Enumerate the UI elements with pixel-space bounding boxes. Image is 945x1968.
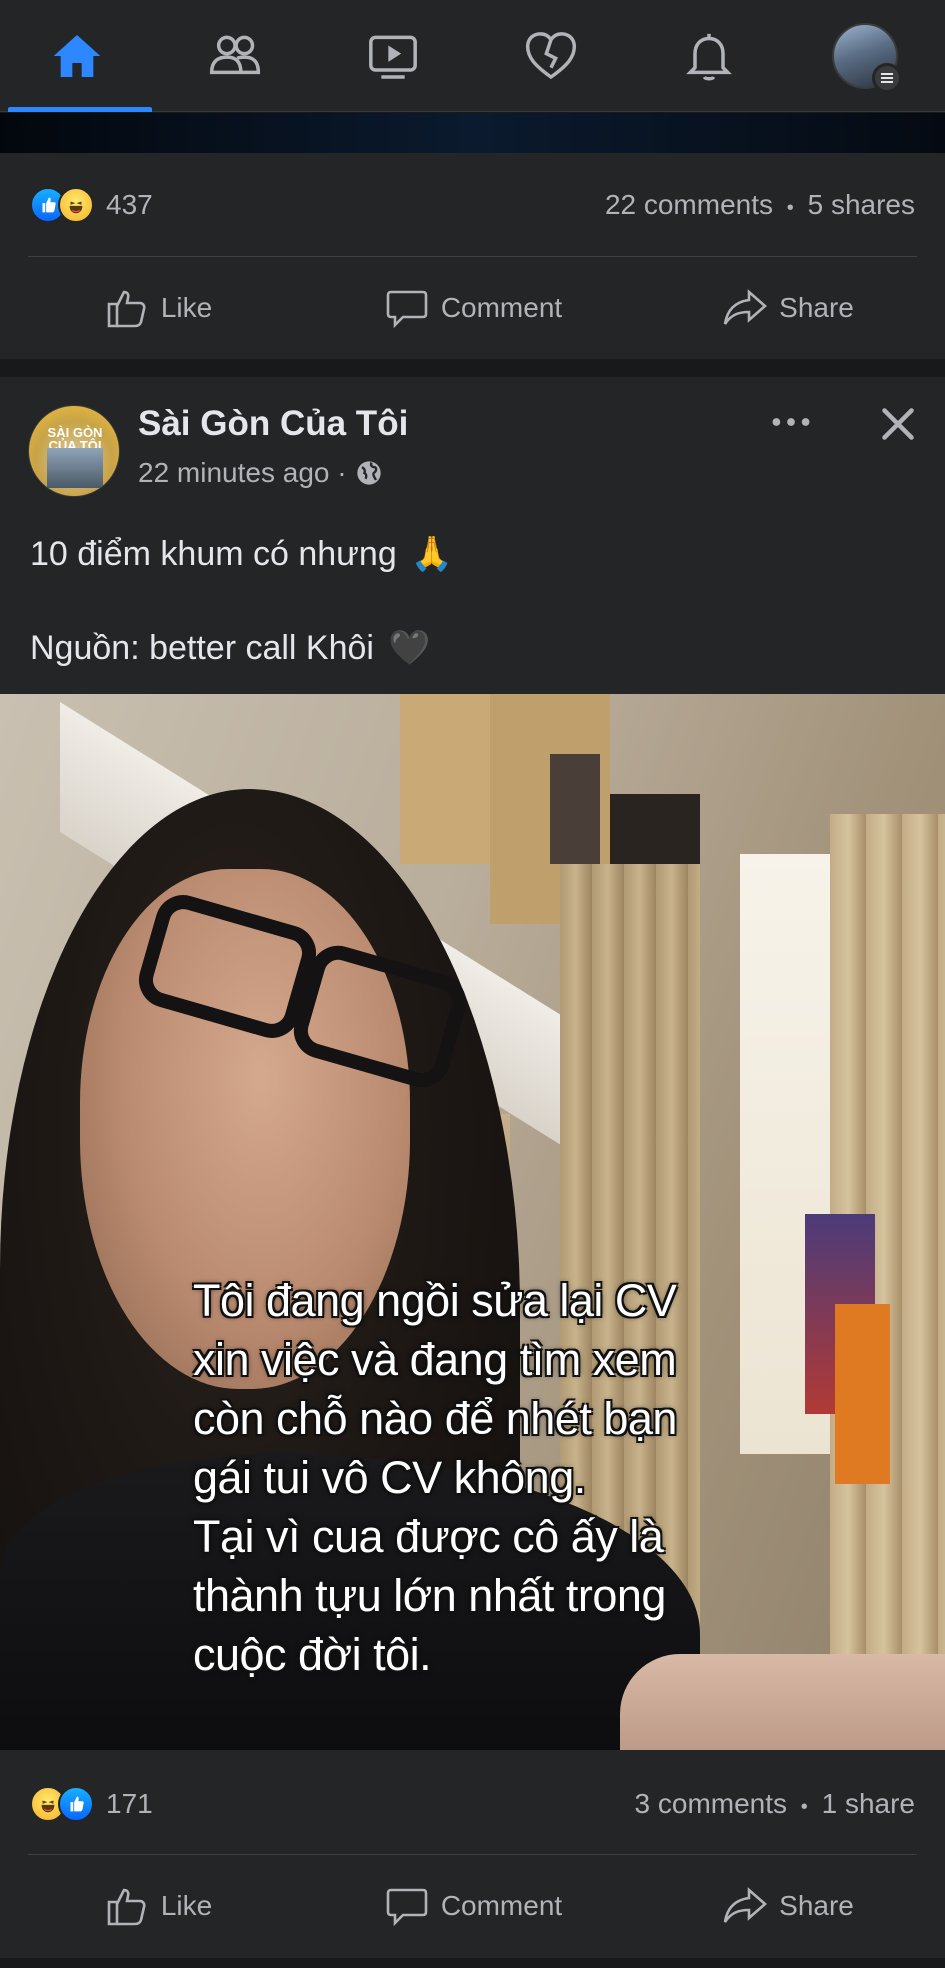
- comments-shares-summary[interactable]: 22 comments • 5 shares: [605, 189, 915, 221]
- tab-home[interactable]: [2, 0, 152, 112]
- post1-stats: 437 22 comments • 5 shares: [0, 155, 945, 255]
- top-navigation-bar: [0, 0, 945, 112]
- dot-separator: •: [800, 1796, 808, 1818]
- caption-line: cuộc đời tôi.: [193, 1629, 432, 1680]
- dot-separator: •: [786, 197, 794, 219]
- reaction-count: 171: [106, 1788, 153, 1819]
- divider: [28, 256, 917, 257]
- post-text-line-2: Nguồn: better call Khôi 🖤: [30, 628, 430, 668]
- reaction-summary[interactable]: 437: [30, 187, 153, 223]
- haha-reaction-icon: [58, 187, 94, 223]
- share-count[interactable]: 1 share: [822, 1788, 915, 1819]
- like-label: Like: [160, 1890, 213, 1921]
- caption-line: Tại vì cua được cô ấy là: [193, 1511, 664, 1562]
- video-icon: [369, 35, 417, 79]
- caption-line: gái tui vô CV không.: [193, 1452, 586, 1503]
- share-button[interactable]: Share: [630, 1882, 945, 1930]
- previous-post-image-bottom[interactable]: [0, 113, 945, 153]
- thumbs-up-icon: [107, 1888, 146, 1926]
- menu-icon: [881, 73, 893, 83]
- tab-watch[interactable]: [318, 0, 468, 112]
- video-scene: [550, 754, 600, 864]
- post-time[interactable]: 22 minutes ago ·: [138, 457, 347, 489]
- post-text-line-1: 10 điểm khum có nhưng 🙏: [30, 534, 453, 574]
- post2-stats: 171 3 comments • 1 share: [0, 1754, 945, 1854]
- post-video[interactable]: Tôi đang ngồi sửa lại CV xin việc và đan…: [0, 694, 945, 1750]
- comment-label: Comment: [440, 1890, 563, 1921]
- share-button[interactable]: Share: [630, 284, 945, 332]
- page-name[interactable]: Sài Gòn Của Tôi: [138, 404, 408, 444]
- caption-line: xin việc và đang tìm xem: [193, 1334, 677, 1385]
- comment-icon: [386, 290, 428, 329]
- post1-actions: Like Comment Share: [0, 258, 945, 358]
- feed-separator: [0, 359, 945, 377]
- avatar-building: [47, 448, 103, 488]
- like-button[interactable]: Like: [0, 284, 315, 332]
- close-icon: [882, 408, 914, 440]
- tab-dating[interactable]: [476, 0, 626, 112]
- comment-label: Comment: [440, 292, 563, 323]
- black-heart-emoji: 🖤: [387, 628, 431, 668]
- video-scene: [400, 694, 500, 864]
- reaction-summary[interactable]: 171: [30, 1786, 153, 1822]
- share-label: Share: [779, 1890, 854, 1921]
- post-meta: 22 minutes ago ·: [138, 457, 383, 489]
- menu-badge: [872, 63, 902, 93]
- pray-emoji: 🙏: [410, 534, 454, 574]
- tab-menu[interactable]: [790, 0, 940, 112]
- caption-line: thành tựu lớn nhất trong: [193, 1570, 666, 1621]
- divider: [28, 1854, 917, 1855]
- thumbs-up-icon: [107, 290, 146, 328]
- globe-icon: [356, 461, 381, 485]
- tab-friends[interactable]: [160, 0, 310, 112]
- bell-icon: [686, 33, 732, 81]
- video-caption: Tôi đang ngồi sửa lại CV xin việc và đan…: [193, 1271, 793, 1684]
- like-reaction-icon: [58, 1786, 94, 1822]
- comments-shares-summary[interactable]: 3 comments • 1 share: [635, 1788, 915, 1820]
- profile-avatar[interactable]: [832, 23, 902, 93]
- video-scene: [835, 1304, 890, 1484]
- home-icon: [53, 35, 101, 77]
- heart-icon: [525, 32, 577, 80]
- caption-line: còn chỗ nào để nhét bạn: [193, 1393, 677, 1444]
- like-button[interactable]: Like: [0, 1882, 315, 1930]
- hide-post-button[interactable]: [874, 400, 922, 448]
- comment-count[interactable]: 3 comments: [635, 1788, 788, 1819]
- share-icon: [723, 1887, 768, 1923]
- post-source-text: Nguồn: better call Khôi: [30, 628, 374, 667]
- post2-actions: Like Comment Share: [0, 1856, 945, 1956]
- tab-notifications[interactable]: [634, 0, 784, 112]
- share-icon: [723, 289, 768, 325]
- comment-count[interactable]: 22 comments: [605, 189, 773, 220]
- friends-icon: [209, 35, 261, 75]
- page-avatar[interactable]: SÀI GÒN CỦA TÔI: [28, 405, 120, 497]
- caption-line: Tôi đang ngồi sửa lại CV: [193, 1275, 677, 1326]
- comment-icon: [386, 1888, 428, 1927]
- share-count[interactable]: 5 shares: [808, 189, 915, 220]
- share-label: Share: [779, 292, 854, 323]
- reaction-count: 437: [106, 189, 153, 220]
- comment-button[interactable]: Comment: [315, 1882, 630, 1930]
- post-text: 10 điểm khum có nhưng: [30, 534, 397, 573]
- comment-button[interactable]: Comment: [315, 284, 630, 332]
- more-icon: [772, 418, 810, 426]
- like-label: Like: [160, 292, 213, 323]
- more-options-button[interactable]: [765, 400, 817, 444]
